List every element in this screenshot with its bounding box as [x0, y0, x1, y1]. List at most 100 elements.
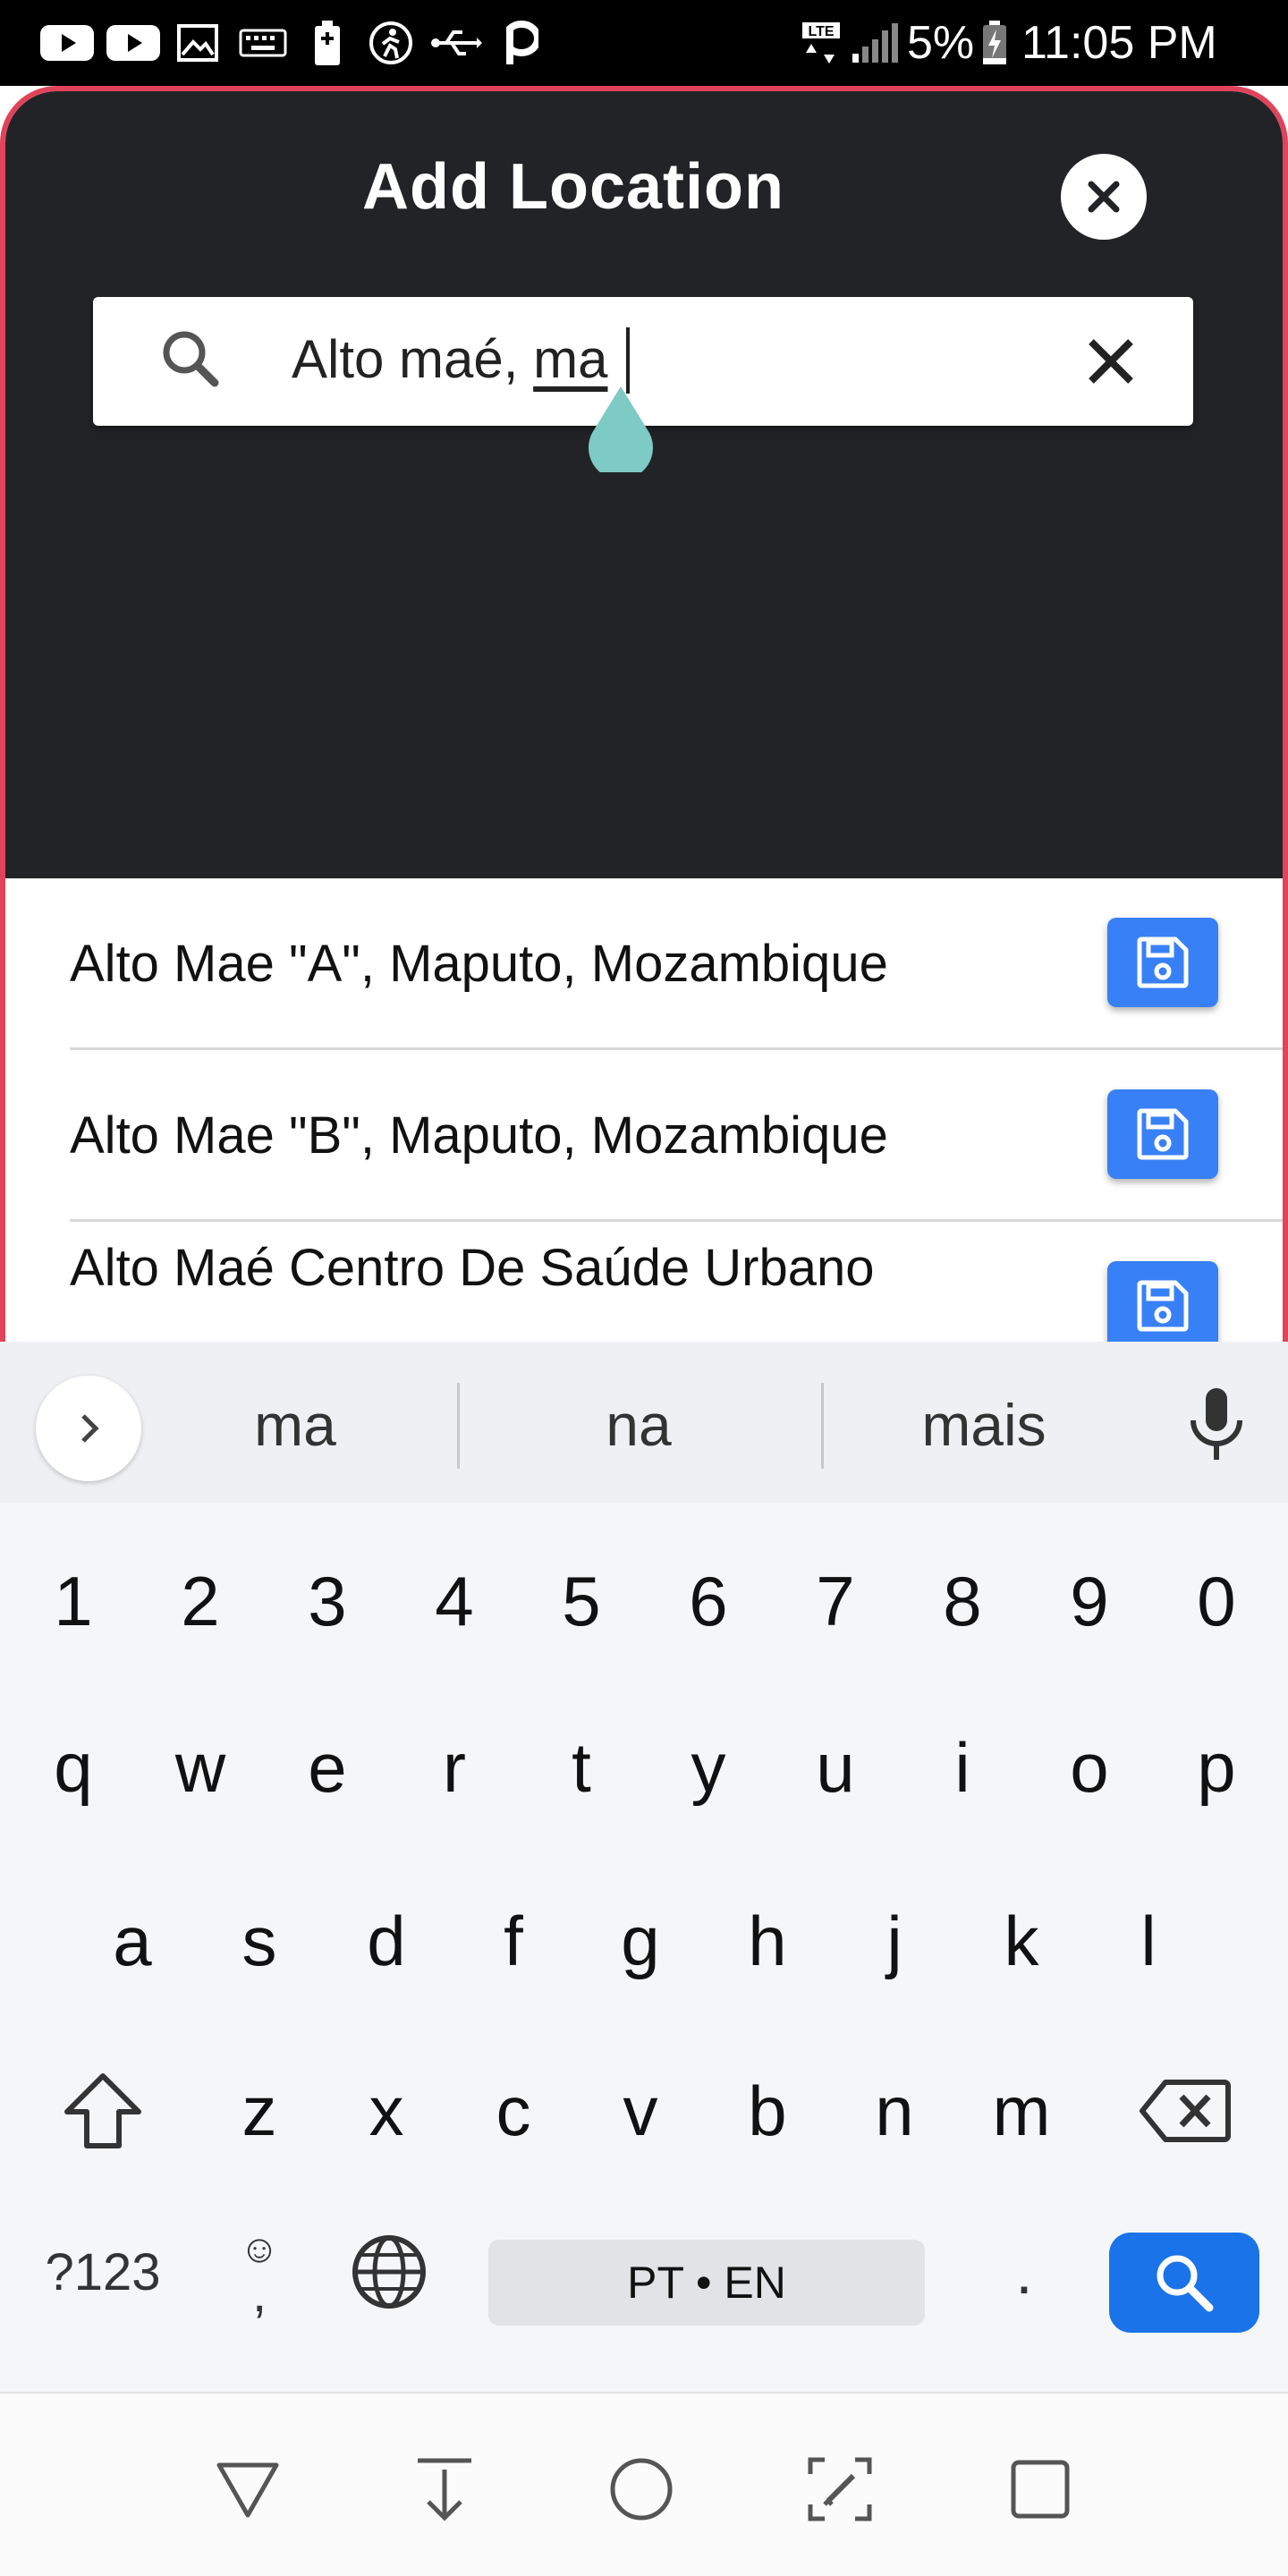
suggestion-divider	[821, 1383, 824, 1469]
key-r[interactable]: r	[392, 1696, 517, 1839]
key-w[interactable]: w	[138, 1696, 263, 1839]
symbols-key[interactable]: ?123	[18, 2218, 188, 2326]
search-icon	[1157, 2255, 1214, 2312]
search-action-key[interactable]	[1109, 2233, 1259, 2333]
status-bar: LTE 5% 11:05 PM	[0, 0, 1288, 86]
battery-alert-icon	[309, 20, 345, 66]
key-7[interactable]: 7	[773, 1530, 898, 1673]
result-label: Alto Maé Centro De Saúde Urbano	[70, 1239, 875, 1297]
result-label: Alto Mae "B", Maputo, Mozambique	[70, 1106, 888, 1165]
save-icon	[1137, 1108, 1189, 1160]
suggestion-bar: ma na mais	[0, 1342, 1288, 1503]
accessibility-icon	[367, 20, 415, 66]
save-button[interactable]	[1107, 918, 1218, 1007]
keyboard-icon	[238, 20, 288, 66]
battery-icon	[977, 20, 1013, 66]
expand-toolbar-button[interactable]	[36, 1376, 141, 1481]
search-input[interactable]: Alto maé, ma	[292, 326, 607, 394]
key-h[interactable]: h	[705, 1869, 830, 2012]
globe-icon	[352, 2235, 426, 2309]
key-e[interactable]: e	[265, 1696, 390, 1839]
save-icon	[1137, 1280, 1189, 1332]
key-b[interactable]: b	[705, 2039, 830, 2182]
on-screen-keyboard: ma na mais 1 2 3 4 5 6 7 8 9 0 q w e r t…	[0, 1342, 1288, 2392]
download-button[interactable]	[404, 2449, 485, 2529]
result-label: Alto Mae "A", Maputo, Mozambique	[70, 935, 888, 993]
space-key[interactable]: PT • EN	[488, 2240, 925, 2326]
recents-icon	[1011, 2460, 1070, 2519]
key-9[interactable]: 9	[1027, 1530, 1152, 1673]
key-5[interactable]: 5	[519, 1530, 644, 1673]
shift-icon	[64, 2073, 141, 2148]
backspace-key[interactable]	[1127, 2039, 1243, 2182]
youtube-icon	[39, 20, 95, 66]
key-l[interactable]: l	[1086, 1869, 1211, 2012]
key-n[interactable]: n	[832, 2039, 957, 2182]
key-3[interactable]: 3	[265, 1530, 390, 1673]
recents-button[interactable]	[1000, 2449, 1080, 2529]
screenshot-edit-button[interactable]	[800, 2449, 880, 2529]
search-icon	[156, 324, 227, 400]
save-icon	[1137, 936, 1189, 988]
list-item[interactable]: Alto Mae "A", Maputo, Mozambique	[70, 878, 1283, 1050]
key-8[interactable]: 8	[900, 1530, 1025, 1673]
key-c[interactable]: c	[451, 2039, 576, 2182]
key-g[interactable]: g	[578, 1869, 703, 2012]
key-p[interactable]: p	[1154, 1696, 1279, 1839]
shift-key[interactable]	[45, 2039, 161, 2182]
clock: 11:05 PM	[1021, 17, 1217, 69]
suggestion-divider	[457, 1383, 460, 1469]
key-j[interactable]: j	[832, 1869, 957, 2012]
youtube-icon	[106, 20, 161, 66]
key-y[interactable]: y	[646, 1696, 771, 1839]
emoji-comma-key[interactable]: ☺ ,	[215, 2218, 304, 2326]
parking-app-icon	[501, 20, 540, 66]
language-key[interactable]	[331, 2218, 447, 2326]
backspace-icon	[1140, 2080, 1231, 2142]
cursor-handle[interactable]	[583, 383, 658, 480]
hide-keyboard-button[interactable]	[208, 2449, 288, 2529]
suggestion-1[interactable]: ma	[161, 1385, 429, 1465]
download-icon	[418, 2458, 471, 2521]
key-6[interactable]: 6	[646, 1530, 771, 1673]
key-k[interactable]: k	[959, 1869, 1084, 2012]
suggestion-3[interactable]: mais	[850, 1385, 1118, 1465]
key-q[interactable]: q	[11, 1696, 136, 1839]
key-1[interactable]: 1	[11, 1530, 136, 1673]
home-button[interactable]	[601, 2449, 682, 2529]
key-u[interactable]: u	[773, 1696, 898, 1839]
modal-header: Add Location	[5, 91, 1283, 297]
key-x[interactable]: x	[324, 2039, 449, 2182]
key-d[interactable]: d	[324, 1869, 449, 2012]
key-s[interactable]: s	[197, 1869, 322, 2012]
key-4[interactable]: 4	[392, 1530, 517, 1673]
search-bar[interactable]: Alto maé, ma	[93, 297, 1193, 480]
chevron-right-icon	[81, 1414, 99, 1443]
usb-icon	[429, 20, 483, 66]
key-t[interactable]: t	[519, 1696, 644, 1839]
key-z[interactable]: z	[197, 2039, 322, 2182]
comma-label: ,	[251, 2265, 267, 2323]
suggestion-2[interactable]: na	[504, 1385, 773, 1465]
period-key[interactable]: .	[975, 2218, 1073, 2326]
key-v[interactable]: v	[578, 2039, 703, 2182]
key-a[interactable]: a	[70, 1869, 195, 2012]
image-icon	[175, 20, 220, 66]
key-0[interactable]: 0	[1154, 1530, 1279, 1673]
edit-screen-icon	[808, 2457, 872, 2521]
key-o[interactable]: o	[1027, 1696, 1152, 1839]
close-button[interactable]	[1061, 154, 1147, 240]
clear-icon[interactable]	[1077, 327, 1145, 400]
battery-percent: 5%	[907, 17, 975, 69]
save-button[interactable]	[1107, 1089, 1218, 1179]
list-item[interactable]: Alto Mae "B", Maputo, Mozambique	[70, 1050, 1283, 1222]
search-query-composing: ma	[533, 329, 608, 389]
key-i[interactable]: i	[900, 1696, 1025, 1839]
mic-icon[interactable]	[1184, 1385, 1249, 1470]
key-2[interactable]: 2	[138, 1530, 263, 1673]
home-circle-icon	[610, 2458, 673, 2521]
key-f[interactable]: f	[451, 1869, 576, 2012]
key-m[interactable]: m	[959, 2039, 1084, 2182]
triangle-down-icon	[216, 2462, 279, 2518]
save-button[interactable]	[1107, 1261, 1218, 1351]
